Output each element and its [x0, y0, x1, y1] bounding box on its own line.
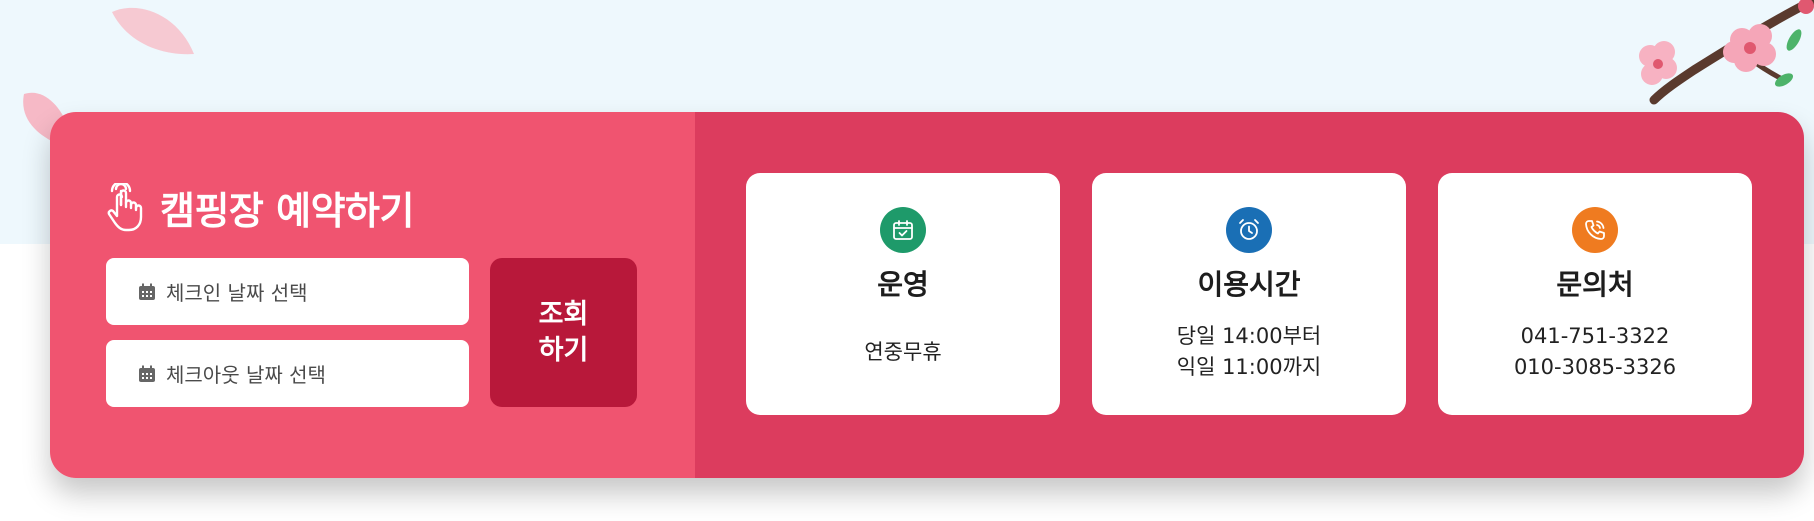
checkout-placeholder: 체크아웃 날짜 선택 — [166, 363, 326, 387]
calendar-icon — [139, 283, 155, 300]
info-card-body: 연중무휴 — [864, 337, 941, 368]
info-card-line: 010-3085-3326 — [1513, 355, 1677, 379]
info-card-line: 연중무휴 — [864, 340, 942, 364]
info-card-line: 당일 14:00부터 — [1176, 324, 1322, 348]
calendar-check-icon — [880, 207, 926, 253]
info-card-heading: 문의처 — [1556, 268, 1634, 301]
info-card-body: 당일 14:00부터 익일 11:00까지 — [1177, 321, 1321, 383]
alarm-clock-icon — [1226, 207, 1272, 253]
cherry-blossom-branch-decoration — [1639, 0, 1814, 105]
info-card-heading: 운영 — [877, 268, 929, 301]
petal-decoration — [112, 7, 194, 55]
phone-call-icon — [1572, 207, 1618, 253]
search-button[interactable]: 조회 하기 — [490, 258, 637, 407]
info-card-heading: 이용시간 — [1197, 268, 1301, 301]
info-card-body: 041-751-3322 010-3085-3326 — [1514, 321, 1676, 383]
reservation-title-row: 캠핑장 예약하기 — [104, 180, 414, 235]
info-card-contact: 문의처 041-751-3322 010-3085-3326 — [1438, 173, 1752, 415]
info-section: 운영 연중무휴 이용시간 당일 14:00부터 익일 11:00까지 문의처 0… — [695, 112, 1804, 478]
info-card-hours: 이용시간 당일 14:00부터 익일 11:00까지 — [1092, 173, 1406, 415]
checkin-placeholder: 체크인 날짜 선택 — [166, 281, 308, 305]
calendar-icon — [139, 365, 155, 382]
pointer-hand-icon — [107, 182, 143, 231]
reservation-section: 캠핑장 예약하기 체크인 날짜 선택 체크아웃 날짜 선택 조회 하기 — [50, 112, 695, 478]
reservation-panel: 캠핑장 예약하기 체크인 날짜 선택 체크아웃 날짜 선택 조회 하기 운영 연… — [50, 112, 1804, 478]
info-card-operation: 운영 연중무휴 — [746, 173, 1060, 415]
checkin-date-field[interactable]: 체크인 날짜 선택 — [106, 258, 469, 325]
info-card-line: 041-751-3322 — [1520, 324, 1670, 348]
reservation-title: 캠핑장 예약하기 — [160, 189, 414, 233]
info-card-line: 익일 11:00까지 — [1176, 355, 1322, 379]
checkout-date-field[interactable]: 체크아웃 날짜 선택 — [106, 340, 469, 407]
